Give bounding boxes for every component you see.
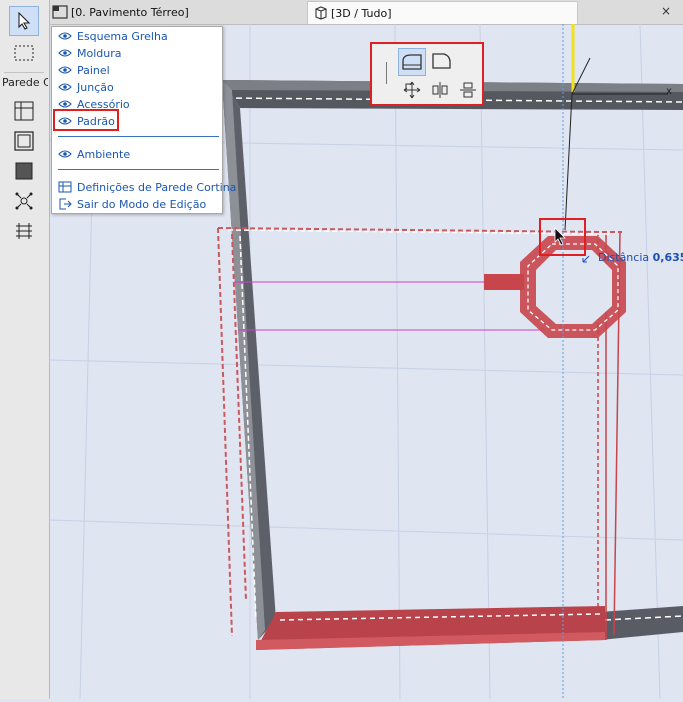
menu-item-junction[interactable]: Junção bbox=[58, 79, 114, 95]
panel-mode-button[interactable] bbox=[428, 48, 454, 74]
toolbox-group-label: Parede C bbox=[2, 76, 48, 89]
menu-item-label: Junção bbox=[77, 80, 114, 94]
split-vertical-icon bbox=[432, 82, 448, 98]
toolbar-separator bbox=[386, 62, 387, 84]
marquee-icon bbox=[14, 45, 34, 61]
curtain-wall-grid-tool[interactable] bbox=[11, 98, 37, 124]
eye-icon bbox=[58, 66, 72, 74]
curtain-wall-settings-icon bbox=[58, 181, 72, 193]
tab-3d-view[interactable]: [3D / Tudo] bbox=[307, 1, 578, 24]
menu-item-curtain-wall-settings[interactable]: Definições de Parede Cortina bbox=[58, 179, 236, 195]
frame-shape-icon bbox=[402, 54, 422, 70]
highlight-box bbox=[53, 109, 119, 131]
frame-tool[interactable] bbox=[11, 128, 37, 154]
menu-item-environment[interactable]: Ambiente bbox=[58, 146, 130, 162]
tab-bar: [0. Pavimento Térreo] [3D / Tudo] × bbox=[49, 0, 683, 25]
move-button[interactable] bbox=[400, 78, 424, 102]
eye-icon bbox=[58, 49, 72, 57]
cube-3d-icon bbox=[315, 6, 327, 20]
tab-floor-plan[interactable]: [0. Pavimento Térreo] bbox=[52, 1, 222, 23]
frame-icon bbox=[14, 131, 34, 151]
menu-item-label: Painel bbox=[77, 63, 110, 77]
grid-scheme-icon bbox=[14, 101, 34, 121]
menu-item-panel[interactable]: Painel bbox=[58, 62, 110, 78]
toolbox-separator bbox=[4, 72, 44, 73]
eye-icon bbox=[58, 83, 72, 91]
curtain-wall-display-menu: Esquema Grelha Moldura Painel Junção Ace… bbox=[51, 26, 236, 214]
gray-wall bbox=[222, 80, 683, 640]
split-vertical-button[interactable] bbox=[428, 78, 452, 102]
distance-value: 0,6356 bbox=[652, 251, 683, 264]
accessory-icon bbox=[16, 223, 32, 239]
distance-readout: Distância 0,6356 bbox=[598, 251, 683, 264]
floor-plan-icon bbox=[52, 5, 68, 19]
eye-icon bbox=[58, 100, 72, 108]
menu-item-label: Esquema Grelha bbox=[77, 29, 168, 43]
split-horizontal-button[interactable] bbox=[456, 78, 480, 102]
accessory-tool[interactable] bbox=[11, 218, 37, 244]
menu-item-label: Moldura bbox=[77, 46, 122, 60]
junction-icon bbox=[15, 192, 33, 210]
distance-label: Distância bbox=[598, 251, 650, 264]
arrow-tool-button[interactable] bbox=[9, 6, 39, 36]
menu-item-label: Definições de Parede Cortina bbox=[77, 180, 237, 194]
tab-floor-plan-label: [0. Pavimento Térreo] bbox=[71, 5, 189, 19]
close-tab-icon[interactable]: × bbox=[661, 4, 671, 18]
toolbox: Parede C bbox=[0, 0, 50, 699]
frame-mode-button[interactable] bbox=[398, 48, 426, 76]
curtain-wall-edit-toolbar bbox=[370, 42, 484, 106]
exit-icon bbox=[59, 198, 72, 210]
menu-separator bbox=[58, 169, 219, 170]
panel-tool[interactable] bbox=[11, 158, 37, 184]
menu-item-grid-scheme[interactable]: Esquema Grelha bbox=[58, 28, 168, 44]
menu-item-label: Sair do Modo de Edição bbox=[77, 197, 207, 211]
menu-item-exit-edit-mode[interactable]: Sair do Modo de Edição bbox=[58, 196, 206, 212]
menu-item-frame[interactable]: Moldura bbox=[58, 45, 122, 61]
split-horizontal-icon bbox=[460, 82, 476, 98]
eye-icon bbox=[58, 150, 72, 158]
eye-icon bbox=[58, 32, 72, 40]
junction-tool[interactable] bbox=[11, 188, 37, 214]
move-icon bbox=[403, 81, 421, 99]
menu-item-label: Ambiente bbox=[77, 147, 131, 161]
panel-shape-icon bbox=[432, 53, 451, 69]
axis-x-label: x bbox=[666, 86, 672, 97]
menu-separator bbox=[58, 136, 219, 137]
marquee-tool-button[interactable] bbox=[11, 40, 37, 66]
panel-icon bbox=[15, 162, 33, 180]
arrow-pointer-icon bbox=[18, 12, 31, 30]
tab-3d-view-label: [3D / Tudo] bbox=[331, 6, 392, 20]
